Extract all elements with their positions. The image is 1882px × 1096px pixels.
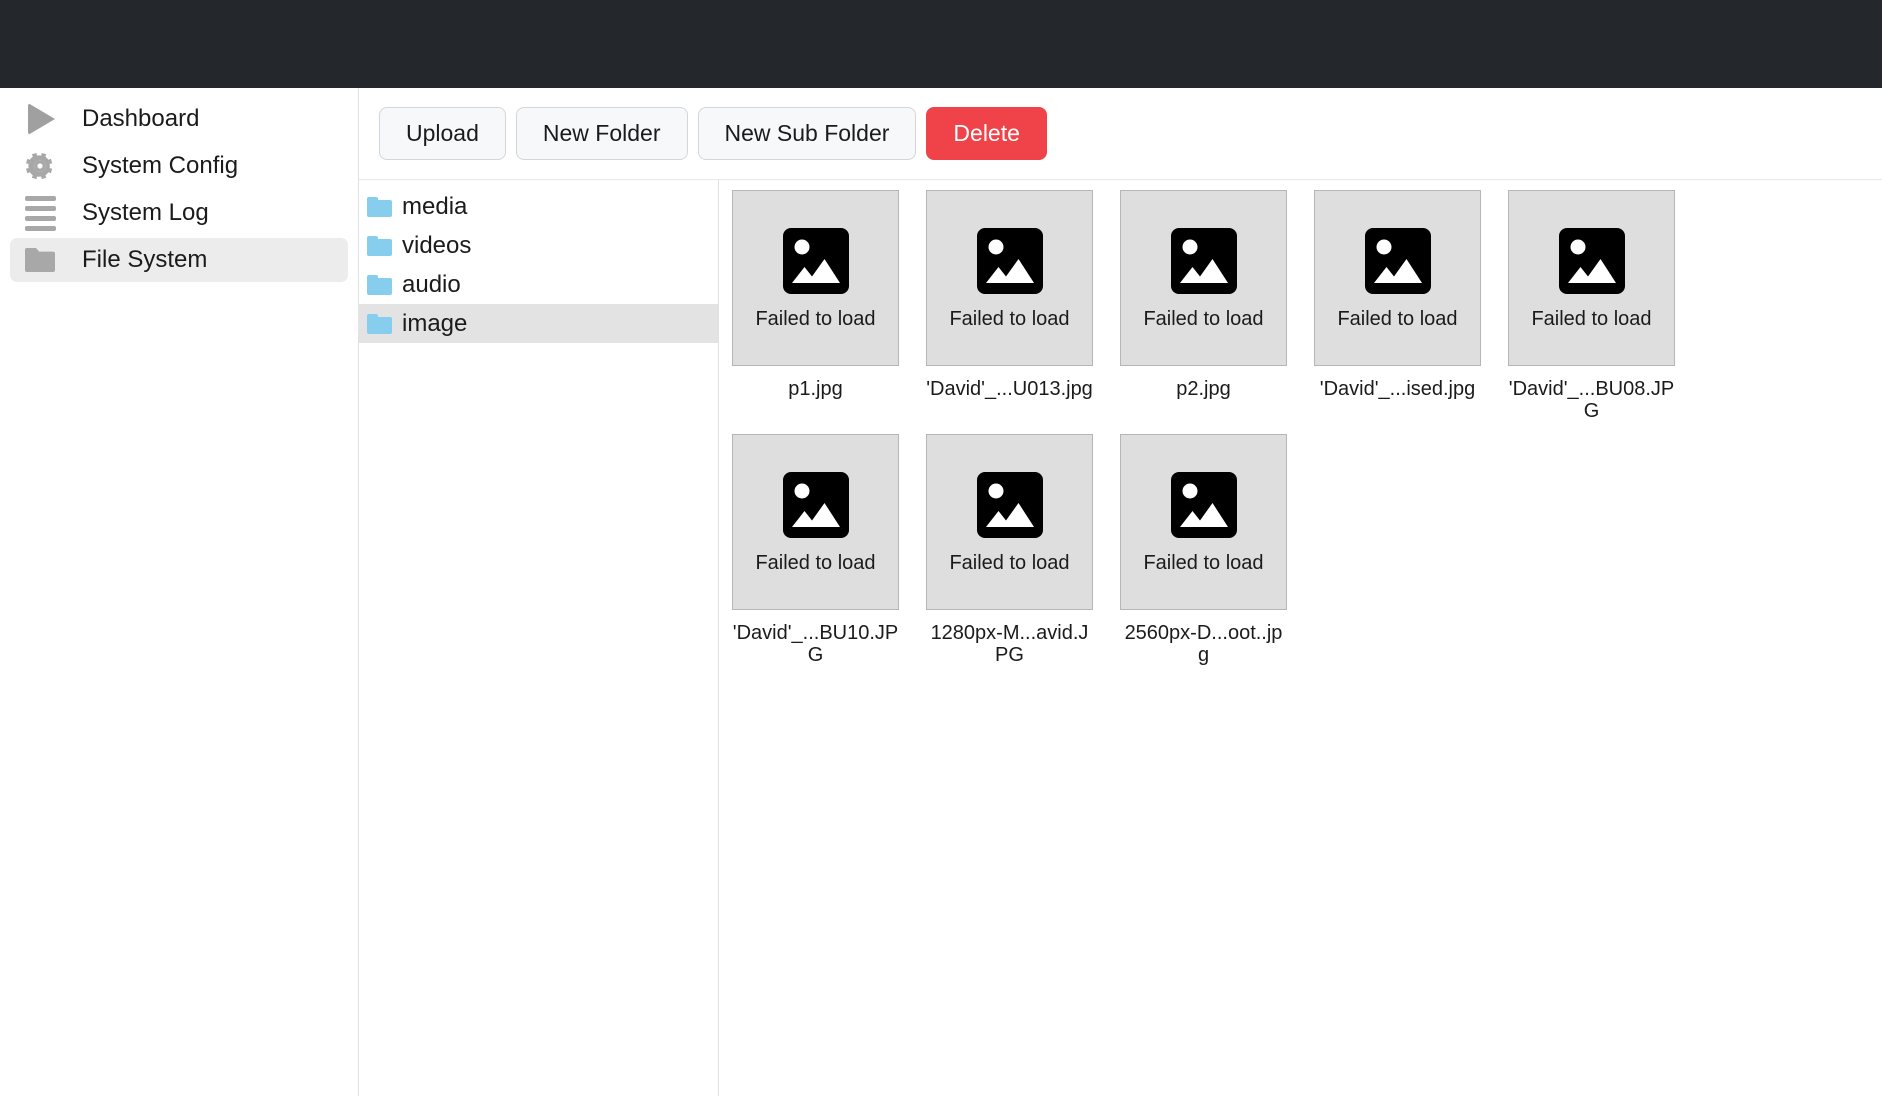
file-name-label: 1280px-M...avid.JPG [930, 622, 1089, 666]
tree-item-label: media [402, 192, 468, 220]
tree-item-image[interactable]: image [359, 304, 718, 343]
upload-button[interactable]: Upload [379, 107, 506, 160]
thumbnail-status: Failed to load [755, 551, 876, 574]
file-thumbnail[interactable]: Failed to load [1314, 190, 1481, 366]
new-folder-button[interactable]: New Folder [515, 107, 688, 160]
thumbnail-status: Failed to load [1337, 307, 1458, 330]
new-sub-folder-button[interactable]: New Sub Folder [697, 107, 917, 160]
file-thumbnail[interactable]: Failed to load [926, 434, 1093, 610]
file-cell[interactable]: Failed to load 'David'_...U013.jpg [926, 190, 1093, 422]
file-name-label: 'David'_...BU08.JPG [1508, 378, 1675, 422]
sidebar-item-system-config[interactable]: System Config [10, 144, 348, 188]
tree-item-videos[interactable]: videos [359, 226, 718, 265]
file-thumbnail[interactable]: Failed to load [732, 434, 899, 610]
gear-icon [22, 150, 58, 182]
delete-button[interactable]: Delete [926, 107, 1047, 160]
folder-icon [367, 235, 392, 256]
tree-item-audio[interactable]: audio [359, 265, 718, 304]
file-name-label: p1.jpg [788, 378, 843, 400]
file-cell[interactable]: Failed to load 2560px-D...oot..jpg [1120, 434, 1287, 666]
body-region: Dashboard System Config System Log File … [0, 88, 1882, 1096]
file-thumbnail[interactable]: Failed to load [732, 190, 899, 366]
file-cell[interactable]: Failed to load p2.jpg [1120, 190, 1287, 422]
file-name-label: 'David'_...ised.jpg [1319, 378, 1476, 400]
sidebar-item-label: System Config [82, 152, 239, 179]
tree-item-label: audio [402, 270, 461, 298]
broken-image-icon [1170, 227, 1237, 299]
thumbnail-status: Failed to load [1143, 551, 1264, 574]
thumbnail-status: Failed to load [949, 307, 1070, 330]
broken-image-icon [1170, 471, 1237, 543]
file-name-label: 'David'_...BU10.JPG [732, 622, 899, 666]
file-thumbnail[interactable]: Failed to load [1508, 190, 1675, 366]
thumbnail-status: Failed to load [755, 307, 876, 330]
file-cell[interactable]: Failed to load p1.jpg [732, 190, 899, 422]
sidebar-item-system-log[interactable]: System Log [10, 191, 348, 235]
sidebar-item-label: Dashboard [82, 105, 200, 132]
file-thumbnail[interactable]: Failed to load [1120, 434, 1287, 610]
folder-icon [22, 244, 58, 276]
broken-image-icon [1558, 227, 1625, 299]
folder-icon [367, 274, 392, 295]
broken-image-icon [976, 471, 1043, 543]
file-name-label: p2.jpg [1176, 378, 1231, 400]
tree-item-label: image [402, 309, 468, 337]
toolbar: Upload New Folder New Sub Folder Delete [359, 88, 1882, 180]
file-cell[interactable]: Failed to load 'David'_...BU08.JPG [1508, 190, 1675, 422]
file-thumbnail[interactable]: Failed to load [1120, 190, 1287, 366]
thumbnail-status: Failed to load [1143, 307, 1264, 330]
sidebar-item-file-system[interactable]: File System [10, 238, 348, 282]
broken-image-icon [782, 471, 849, 543]
broken-image-icon [782, 227, 849, 299]
folder-icon [367, 196, 392, 217]
sidebar-item-label: File System [82, 246, 208, 273]
tree-item-media[interactable]: media [359, 187, 718, 226]
play-icon [22, 103, 58, 135]
sidebar-item-dashboard[interactable]: Dashboard [10, 97, 348, 141]
sidebar-item-label: System Log [82, 199, 209, 226]
file-cell[interactable]: Failed to load 'David'_...ised.jpg [1314, 190, 1481, 422]
top-header-bar [0, 0, 1882, 88]
file-grid: Failed to load p1.jpg Failed to load 'David… [720, 190, 1882, 678]
tree-item-label: videos [402, 231, 472, 259]
content-area: Upload New Folder New Sub Folder Delete … [359, 88, 1882, 1096]
folder-icon [367, 313, 392, 334]
file-cell[interactable]: Failed to load 1280px-M...avid.JPG [926, 434, 1093, 666]
file-name-label: 2560px-D...oot..jpg [1124, 622, 1283, 666]
thumbnail-status: Failed to load [1531, 307, 1652, 330]
sidebar: Dashboard System Config System Log File … [0, 88, 359, 1096]
broken-image-icon [976, 227, 1043, 299]
folder-tree: media videos audio image [359, 180, 719, 1096]
file-cell[interactable]: Failed to load 'David'_...BU10.JPG [732, 434, 899, 666]
broken-image-icon [1364, 227, 1431, 299]
list-lines-icon [22, 195, 58, 231]
file-thumbnail[interactable]: Failed to load [926, 190, 1093, 366]
thumbnail-status: Failed to load [949, 551, 1070, 574]
file-manager-app: Dashboard System Config System Log File … [0, 0, 1882, 1096]
file-grid-area: Failed to load p1.jpg Failed to load 'David… [720, 180, 1882, 1096]
file-name-label: 'David'_...U013.jpg [926, 378, 1093, 400]
